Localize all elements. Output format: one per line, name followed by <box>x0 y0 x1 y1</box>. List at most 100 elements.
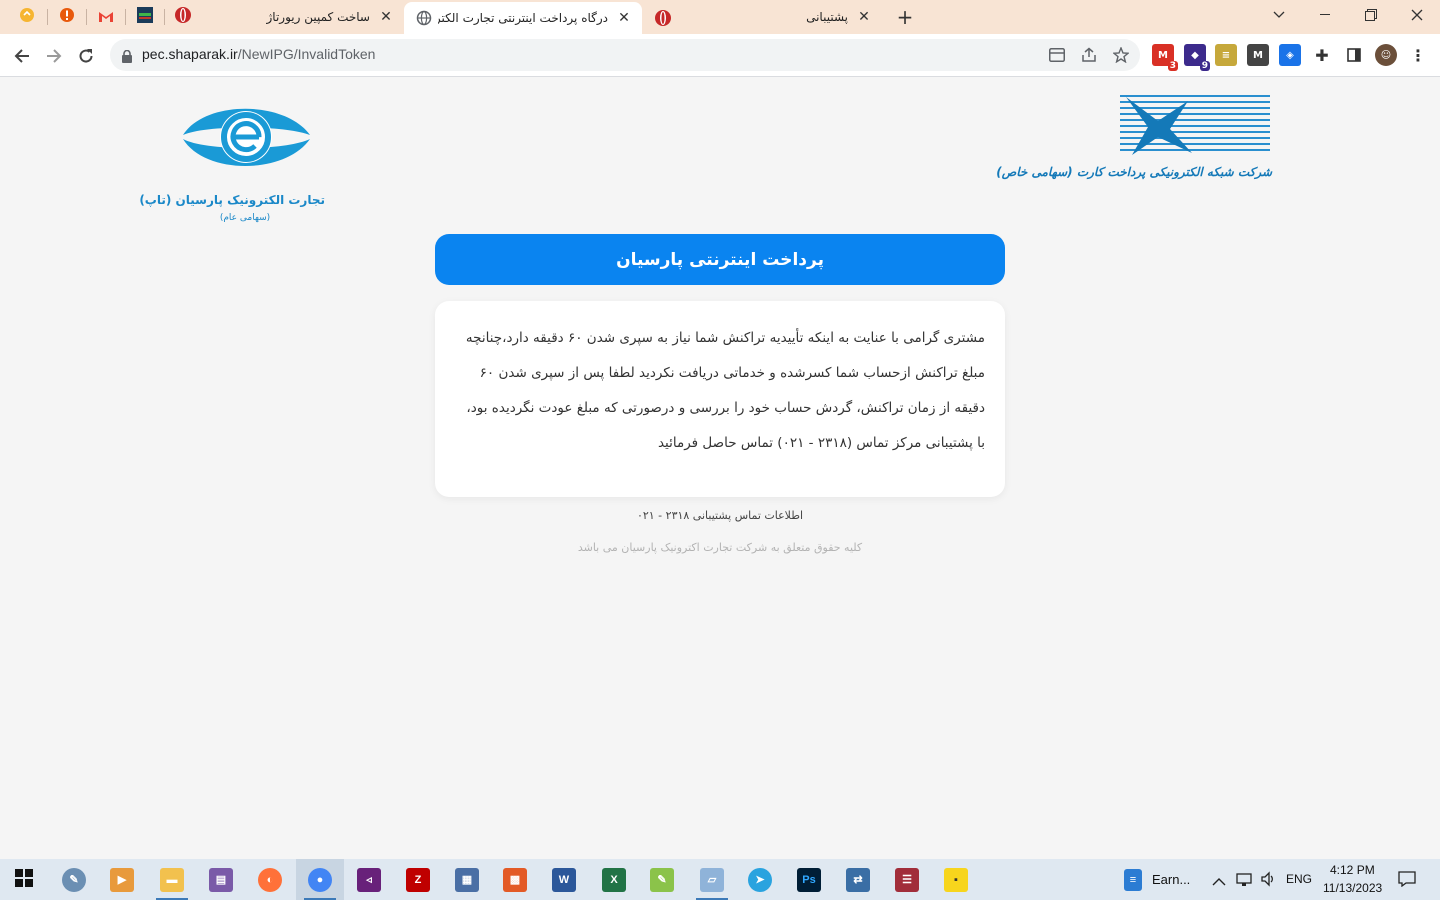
paint-app-icon: ✎ <box>62 867 86 892</box>
url-path: /NewIPG/InvalidToken <box>237 46 376 62</box>
page-title: پرداخت اینترنتی پارسیان <box>435 234 1005 285</box>
taskbar-paint[interactable]: ✎ <box>50 859 98 900</box>
parsian-logo-text: تجارت الکترونیک پارسیان (تاپ) <box>139 193 325 207</box>
shaparak-logo-text: شرکت شبکه الکترونیکی پرداخت کارت (سهامی … <box>996 165 1272 179</box>
start-button[interactable] <box>0 859 48 900</box>
word-icon: W <box>552 867 576 892</box>
hat-ext-icon[interactable]: ◆ 9 <box>1184 44 1210 71</box>
back-arrow-icon[interactable] <box>8 42 36 70</box>
taskbar-word-document[interactable]: ≡ Earn... <box>1118 859 1198 900</box>
office-icon: ▩ <box>503 867 527 892</box>
taskbar-media-player[interactable]: ▶ <box>98 859 146 900</box>
bookmark-star-icon[interactable] <box>1112 46 1130 64</box>
file-explorer-icon: ▬ <box>160 867 184 892</box>
parsian-logo: تجارت الکترونیک پارسیان (تاپ) (سهامی عام… <box>139 95 325 223</box>
pinned-tab-2[interactable] <box>56 6 78 28</box>
taskbar-tablet-app[interactable]: ▱ <box>688 859 736 900</box>
document-icon: ≡ <box>1124 868 1142 891</box>
page-content: تجارت الکترونیک پارسیان (تاپ) (سهامی عام… <box>0 77 1440 859</box>
taskbar-sticky-notes[interactable]: ▪ <box>932 859 980 900</box>
taskbar-file-explorer[interactable]: ▬ <box>148 859 196 900</box>
address-bar[interactable]: pec.shaparak.ir/NewIPG/InvalidToken <box>110 39 1140 71</box>
ext-badge: 9 <box>1199 61 1210 71</box>
tab-support[interactable]: پشتیبانی ✕ <box>642 0 882 34</box>
taskbar-visual-studio[interactable]: ◃ <box>345 859 393 900</box>
m-ext-icon[interactable]: M <box>1247 44 1269 66</box>
tab-search-chevron-icon[interactable] <box>1256 0 1302 30</box>
tab-payment-gateway[interactable]: درگاه پرداخت اینترنتی تجارت الکترونیک پ … <box>404 2 642 34</box>
close-icon[interactable]: ✕ <box>378 9 394 25</box>
taskbar-notepadpp[interactable]: ✎ <box>638 859 686 900</box>
tab-kampain[interactable]: ساخت کمپین ریورتاژ ✕ <box>200 0 404 34</box>
browser-toolbar: pec.shaparak.ir/NewIPG/InvalidToken M3 ◆… <box>0 34 1440 77</box>
chrome-icon: ● <box>308 867 332 892</box>
taskbar-excel[interactable]: X <box>590 859 638 900</box>
shaparak-logo: شرکت شبکه الکترونیکی پرداخت کارت (سهامی … <box>996 95 1272 195</box>
tab-title: پشتیبانی <box>806 10 848 24</box>
notepadpp-icon: ✎ <box>650 867 674 892</box>
clock-time[interactable]: 4:12 PM <box>1330 863 1375 877</box>
reader-mode-icon[interactable] <box>1048 46 1066 64</box>
menu-dots-icon[interactable]: ⋮ <box>1407 44 1429 66</box>
remote-icon: ⇄ <box>846 867 870 892</box>
notifications-icon[interactable] <box>1398 871 1416 891</box>
telegram-icon: ➤ <box>748 867 772 892</box>
taskbar-word[interactable]: W <box>540 859 588 900</box>
language-indicator[interactable]: ENG <box>1286 872 1312 886</box>
minimize-icon[interactable] <box>1302 0 1348 30</box>
sticky-notes-icon: ▪ <box>944 867 968 892</box>
new-tab-plus-icon[interactable]: + <box>894 6 916 28</box>
media-player-icon: ▶ <box>110 867 134 892</box>
pinned-tab-1[interactable] <box>16 6 38 28</box>
reload-icon[interactable] <box>72 42 100 70</box>
clock-date[interactable]: 11/13/2023 <box>1323 881 1382 895</box>
close-icon[interactable]: ✕ <box>616 10 632 26</box>
photoshop-icon: Ps <box>797 867 821 892</box>
url-host: pec.shaparak.ir <box>142 46 238 62</box>
taskbar-app-red[interactable]: ☰ <box>883 859 931 900</box>
restore-icon[interactable] <box>1348 0 1394 30</box>
profile-avatar[interactable]: ☺ <box>1375 44 1397 66</box>
gmail-ext-icon[interactable]: M3 <box>1152 44 1178 71</box>
taskbar-network[interactable]: ▦ <box>443 859 491 900</box>
message-card: مشتری گرامی با عنایت به اینکه تأییدیه تر… <box>435 301 1005 497</box>
tag-ext-icon[interactable]: ◈ <box>1279 44 1301 66</box>
taskbar-chrome[interactable]: ● <box>296 859 344 900</box>
taskbar-office[interactable]: ▩ <box>491 859 539 900</box>
network-tray-icon[interactable] <box>1236 871 1254 891</box>
red-shield-icon <box>654 9 671 26</box>
yellow-circle-icon <box>19 7 35 27</box>
pinned-tab-5[interactable] <box>172 6 194 28</box>
tab-title: ساخت کمپین ریورتاژ <box>266 10 371 24</box>
close-icon[interactable]: ✕ <box>856 9 872 25</box>
stack-ext-icon[interactable]: ≡ <box>1215 44 1237 66</box>
taskbar-photoshop[interactable]: Ps <box>785 859 833 900</box>
lock-icon[interactable] <box>122 48 132 67</box>
forward-arrow-icon[interactable] <box>40 42 68 70</box>
url-text: pec.shaparak.ir/NewIPG/InvalidToken <box>142 46 375 62</box>
copyright-text: کلیه حقوق متعلق به شرکت تجارت اکترونیک پ… <box>577 541 863 554</box>
dark-app-icon <box>137 7 153 27</box>
info-message: مشتری گرامی با عنایت به اینکه تأییدیه تر… <box>465 330 985 451</box>
globe-icon <box>416 10 432 26</box>
volume-icon[interactable] <box>1260 871 1276 891</box>
tray-chevron-up-icon[interactable] <box>1212 872 1226 891</box>
windows-taskbar: ✎ ▶ ▬ ▤ ◐ ● ◃ Z ▦ ▩ W X ✎ ▱ ➤ Ps ⇄ ☰ ▪ ≡… <box>0 859 1440 900</box>
tab-strip: ساخت کمپین ریورتاژ ✕ درگاه پرداخت اینترن… <box>0 0 1440 34</box>
pinned-tab-3[interactable] <box>95 6 117 28</box>
close-window-icon[interactable] <box>1394 0 1440 30</box>
winrar-icon: ▤ <box>209 867 233 892</box>
shaparak-bird-logo-icon <box>1120 95 1270 155</box>
pinned-tab-4[interactable] <box>134 6 156 28</box>
ext-badge: 3 <box>1167 61 1178 71</box>
taskbar-filezilla[interactable]: Z <box>394 859 442 900</box>
visual-studio-icon: ◃ <box>357 867 381 892</box>
word-task-label: Earn... <box>1152 872 1191 887</box>
share-icon[interactable] <box>1080 46 1098 64</box>
taskbar-telegram[interactable]: ➤ <box>736 859 784 900</box>
side-panel-icon[interactable] <box>1343 44 1365 66</box>
taskbar-remote[interactable]: ⇄ <box>834 859 882 900</box>
taskbar-firefox[interactable]: ◐ <box>246 859 294 900</box>
puzzle-extensions-icon[interactable]: ✚ <box>1311 44 1333 66</box>
taskbar-winrar[interactable]: ▤ <box>197 859 245 900</box>
